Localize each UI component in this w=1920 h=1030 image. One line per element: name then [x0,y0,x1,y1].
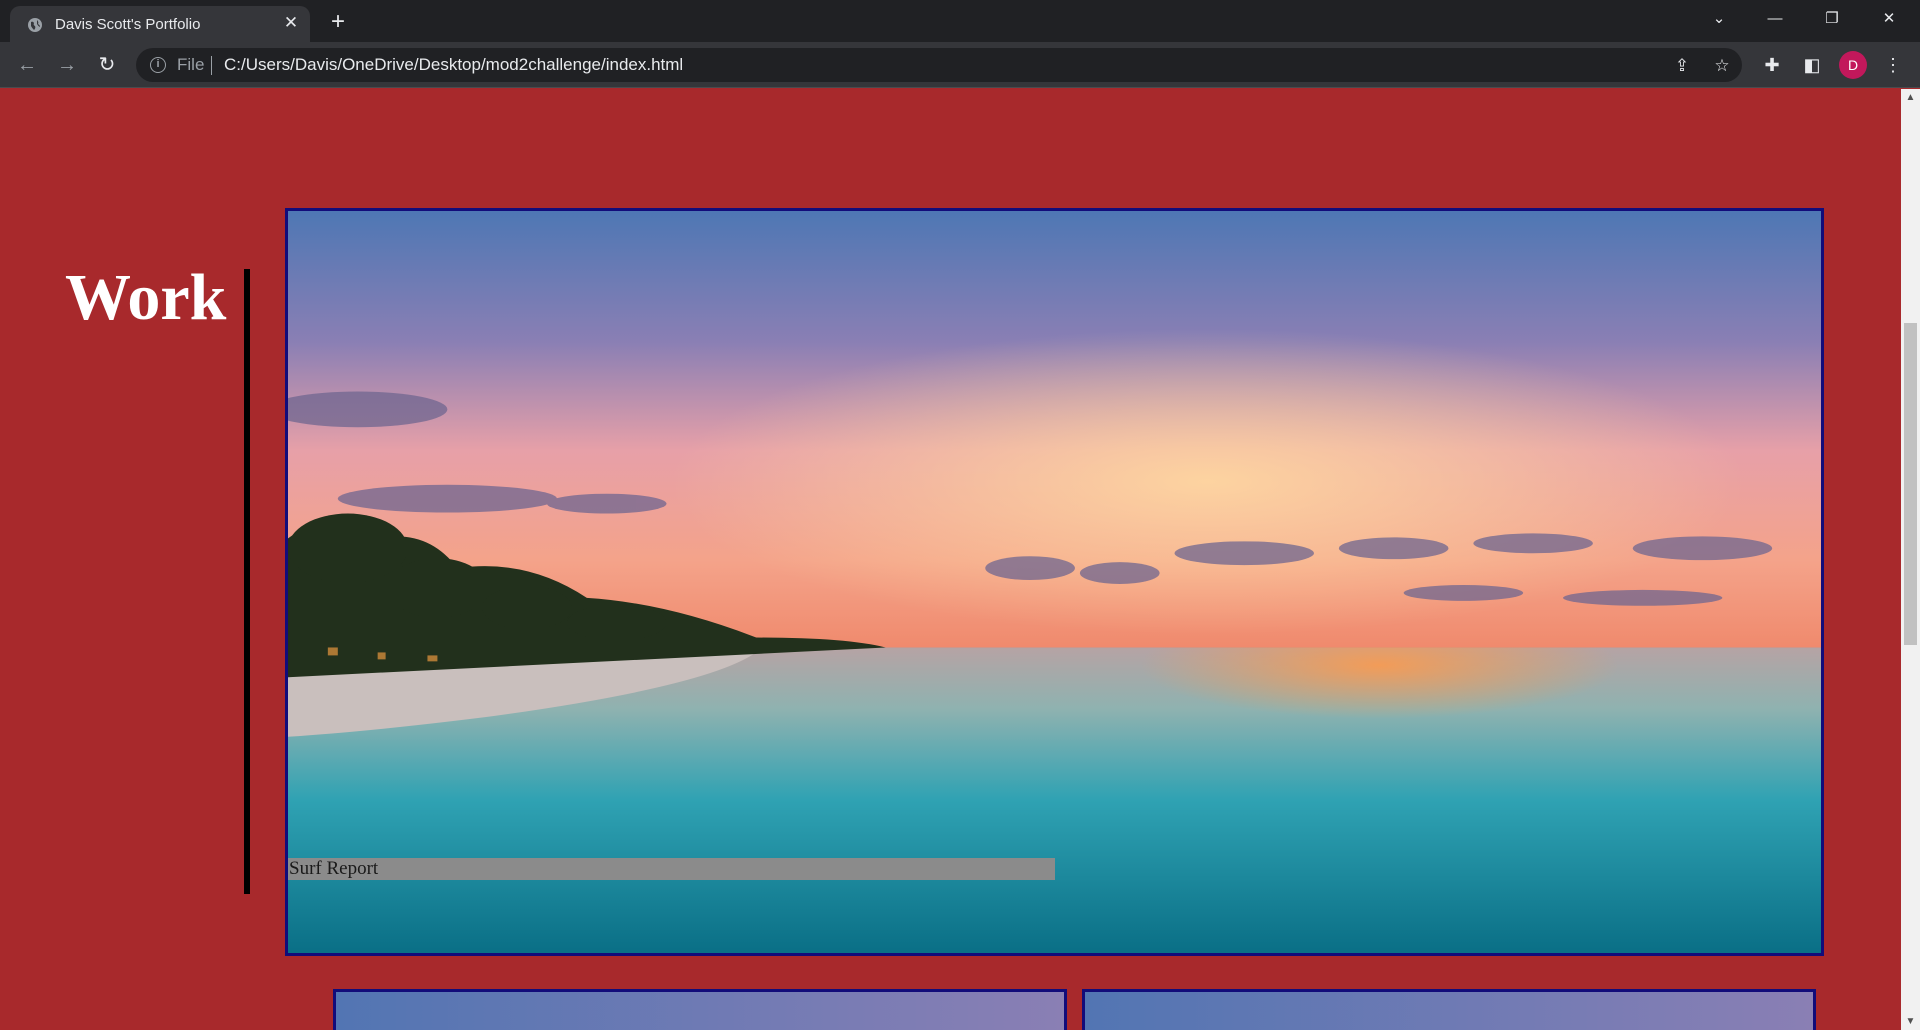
tab-strip: Davis Scott's Portfolio ✕ + ⌄ — ❐ ✕ [0,0,1920,42]
address-bar[interactable]: i File C:/Users/Davis/OneDrive/Desktop/m… [136,48,1742,82]
browser-window: Davis Scott's Portfolio ✕ + ⌄ — ❐ ✕ ← → … [0,0,1920,1030]
plus-icon[interactable]: + [324,8,352,36]
reload-icon[interactable]: ↻ [91,49,123,81]
vertical-divider [244,269,250,894]
url-text[interactable]: C:/Users/Davis/OneDrive/Desktop/mod2chal… [224,55,683,75]
project-caption[interactable]: Surf Report [288,858,1055,880]
tab-portfolio[interactable]: Davis Scott's Portfolio ✕ [10,6,310,42]
forward-arrow-icon[interactable]: → [51,49,83,81]
scroll-thumb[interactable] [1904,323,1917,645]
project-card[interactable] [1082,989,1816,1030]
restore-icon[interactable]: ❐ [1804,0,1860,40]
back-arrow-icon[interactable]: ← [11,49,43,81]
star-icon[interactable]: ☆ [1711,55,1733,77]
close-icon[interactable]: ✕ [280,12,302,34]
project-image [336,992,1064,1030]
share-icon[interactable]: ⇪ [1671,55,1693,77]
browser-toolbar: ← → ↻ i File C:/Users/Davis/OneDrive/Des… [0,42,1920,88]
project-card[interactable] [333,989,1067,1030]
info-icon[interactable]: i [150,57,166,73]
chevron-down-icon[interactable]: ⌄ [1691,0,1747,40]
scroll-down-icon[interactable]: ▼ [1901,1013,1920,1030]
featured-project-card[interactable]: Surf Report [285,208,1824,956]
minimize-icon[interactable]: — [1747,0,1803,40]
scheme-label: File [177,55,205,74]
vertical-scrollbar[interactable]: ▲ ▼ [1901,89,1920,1030]
extensions-icon[interactable]: ✚ [1760,53,1784,77]
divider [211,56,212,75]
close-icon[interactable]: ✕ [1861,0,1917,40]
scroll-up-icon[interactable]: ▲ [1901,89,1920,106]
avatar[interactable]: D [1839,51,1867,79]
globe-icon [28,18,42,32]
project-image [1085,992,1813,1030]
section-heading: Work [65,261,227,334]
side-panel-icon[interactable]: ◧ [1800,53,1824,77]
tab-title: Davis Scott's Portfolio [55,16,201,33]
page-viewport: Work Surf Report [0,89,1901,1030]
kebab-menu-icon[interactable]: ⋮ [1881,53,1905,77]
project-image [288,211,1821,953]
